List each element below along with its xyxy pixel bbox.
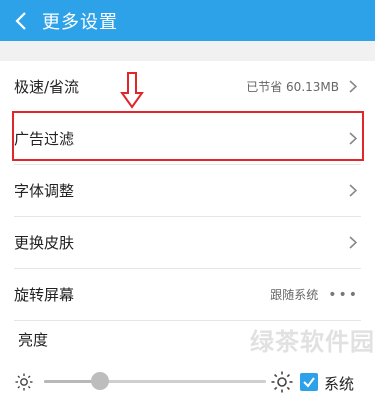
sun-large-icon (271, 371, 293, 393)
chevron-left-icon (15, 11, 26, 30)
top-bar: 更多设置 (0, 0, 375, 41)
system-brightness-checkbox[interactable] (300, 373, 318, 391)
chevron-right-icon (349, 236, 359, 250)
chevron-right-icon (349, 132, 359, 146)
brightness-slider-row: 系统 (0, 365, 375, 399)
checkmark-icon (303, 377, 315, 388)
chevron-right-icon (349, 80, 359, 94)
page-title: 更多设置 (42, 11, 118, 33)
watermark: 绿茶软件园 (250, 328, 375, 356)
settings-list: 极速/省流 已节省 60.13MB 广告过滤 字体调整 更换皮肤 旋转屏幕 跟随… (0, 61, 375, 321)
brightness-slider-thumb[interactable] (90, 372, 109, 390)
setting-ad-filter[interactable]: 广告过滤 (14, 113, 361, 165)
sun-small-icon (15, 373, 33, 391)
setting-speed[interactable]: 极速/省流 已节省 60.13MB (14, 61, 361, 113)
more-dots-icon[interactable]: ••• (328, 287, 359, 303)
rotate-value: 跟随系统 (270, 288, 319, 302)
setting-label: 广告过滤 (14, 130, 75, 148)
system-brightness-label: 系统 (324, 375, 355, 393)
setting-label: 旋转屏幕 (14, 286, 75, 304)
setting-label: 字体调整 (14, 182, 75, 200)
setting-skin[interactable]: 更换皮肤 (14, 217, 361, 269)
brightness-label: 亮度 (18, 331, 49, 349)
section-gap (0, 41, 375, 61)
chevron-right-icon (349, 184, 359, 198)
setting-label: 更换皮肤 (14, 234, 75, 252)
annotation-arrow-icon (120, 72, 144, 109)
setting-font[interactable]: 字体调整 (14, 165, 361, 217)
data-saved-value: 已节省 60.13MB (246, 80, 339, 94)
setting-rotate[interactable]: 旋转屏幕 跟随系统 ••• (14, 269, 361, 321)
back-button[interactable] (0, 0, 42, 41)
